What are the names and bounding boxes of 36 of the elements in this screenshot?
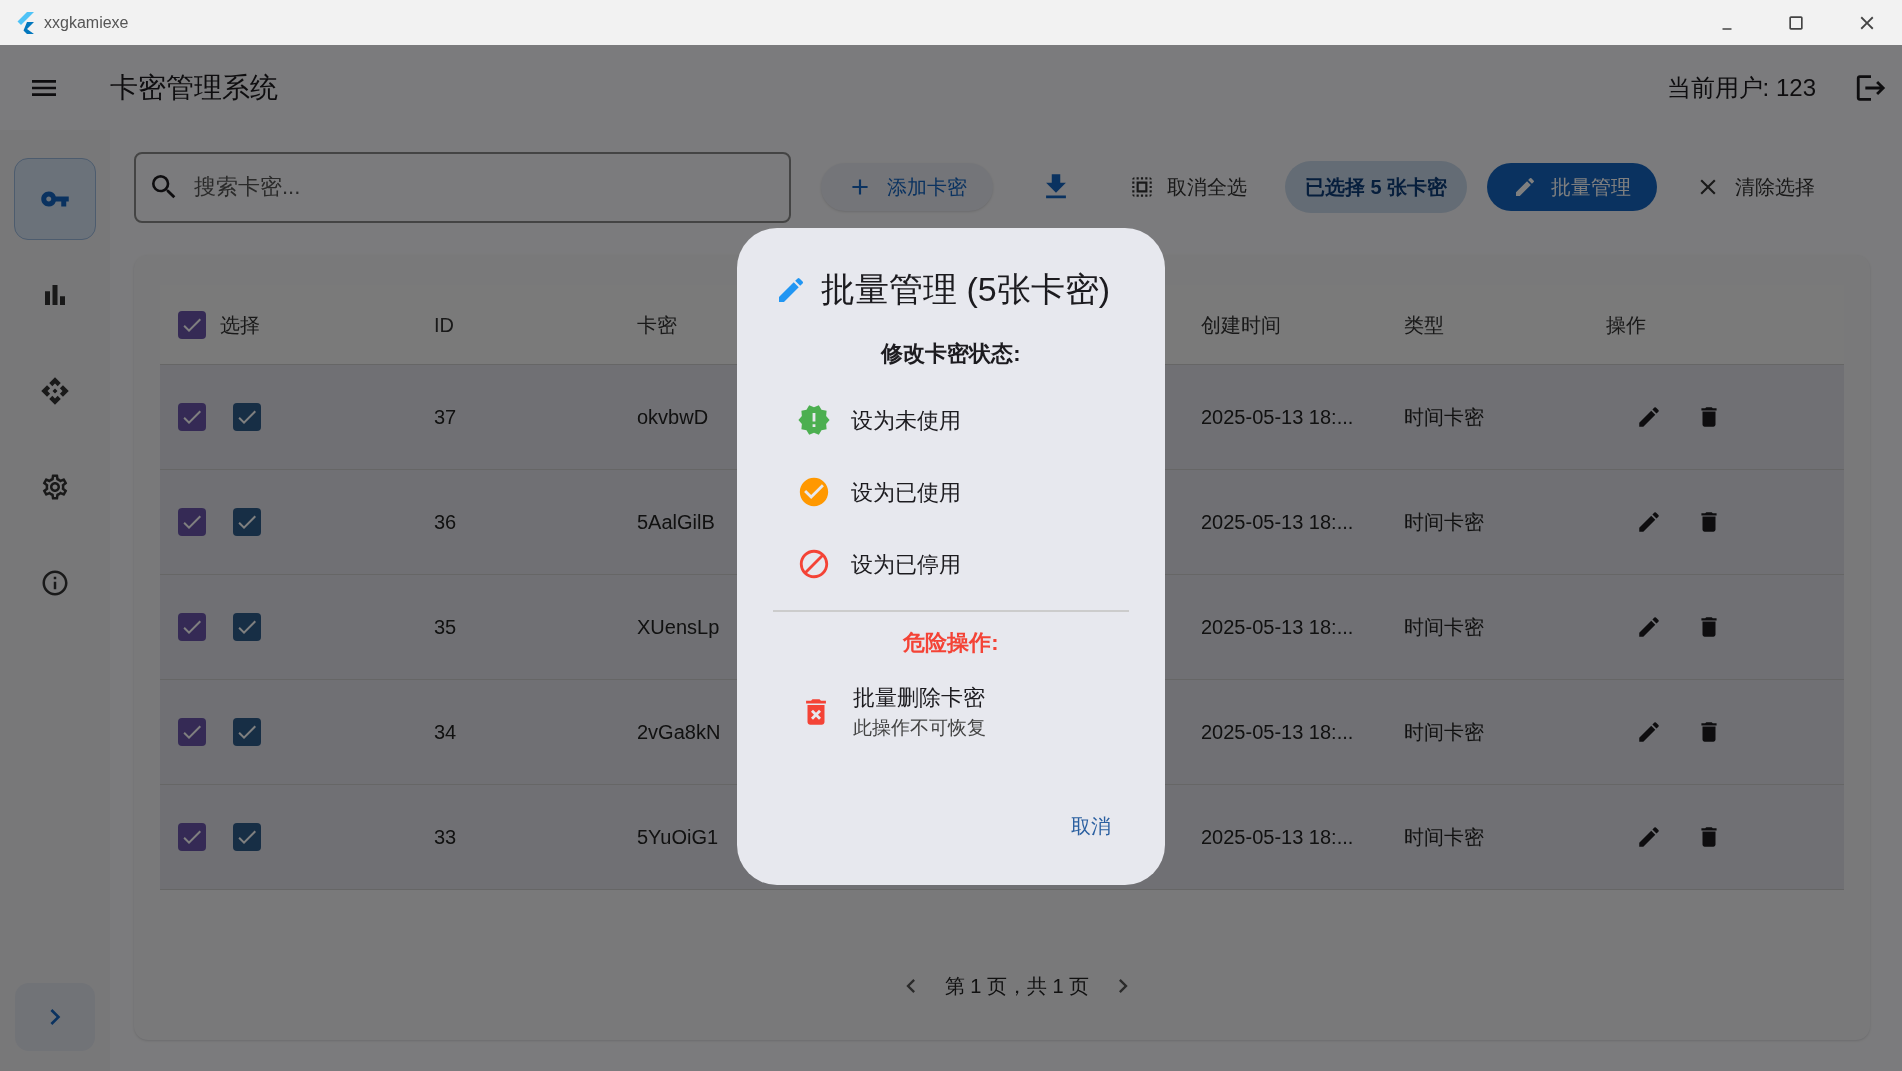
section-heading: 修改卡密状态:	[881, 340, 1021, 368]
table-cell: 2vGa8kN	[637, 721, 721, 743]
table-cell: 36	[434, 511, 457, 533]
table-cell: 5YuOiG1	[637, 826, 719, 848]
selection-count-chip: 已选择 5 张卡密	[1285, 161, 1468, 213]
table-cell: 时间卡密	[1404, 511, 1484, 533]
window-title: xxgkamiexe	[44, 12, 129, 33]
table-cell: 33	[434, 826, 457, 848]
table-cell: 5AalGilB	[637, 511, 715, 533]
table-cell: 37	[434, 406, 457, 428]
page-indicator: 第 1 页，共 1 页	[944, 974, 1090, 999]
table-cell: 2025-05-13 18:...	[1201, 511, 1354, 533]
column-header: ID	[434, 312, 454, 338]
table-cell: 时间卡密	[1404, 616, 1484, 638]
table-cell: 2025-05-13 18:...	[1201, 721, 1354, 743]
column-header: 类型	[1404, 312, 1444, 338]
option-subtitle: 此操作不可恢复	[853, 716, 986, 740]
table-cell: 34	[434, 721, 457, 743]
table-cell: 2025-05-13 18:...	[1201, 616, 1354, 638]
app-title: 卡密管理系统	[110, 70, 278, 105]
table-cell: 2025-05-13 18:...	[1201, 406, 1354, 428]
danger-heading: 危险操作:	[903, 629, 999, 657]
column-header: 选择	[220, 312, 260, 338]
table-cell: 2025-05-13 18:...	[1201, 826, 1354, 848]
table-cell: 时间卡密	[1404, 826, 1484, 848]
column-header: 卡密	[637, 312, 677, 338]
dialog-title: 批量管理 (5张卡密)	[821, 269, 1110, 310]
table-cell: 时间卡密	[1404, 406, 1484, 428]
table-cell: 35	[434, 616, 457, 638]
table-cell: okvbwD	[637, 406, 709, 428]
column-header: 操作	[1606, 312, 1646, 338]
option-title: 批量删除卡密	[853, 684, 986, 712]
table-cell: 时间卡密	[1404, 721, 1484, 743]
current-user: 当前用户: 123	[1666, 72, 1816, 103]
table-cell: XUensLp	[637, 616, 720, 638]
column-header: 创建时间	[1201, 312, 1281, 338]
